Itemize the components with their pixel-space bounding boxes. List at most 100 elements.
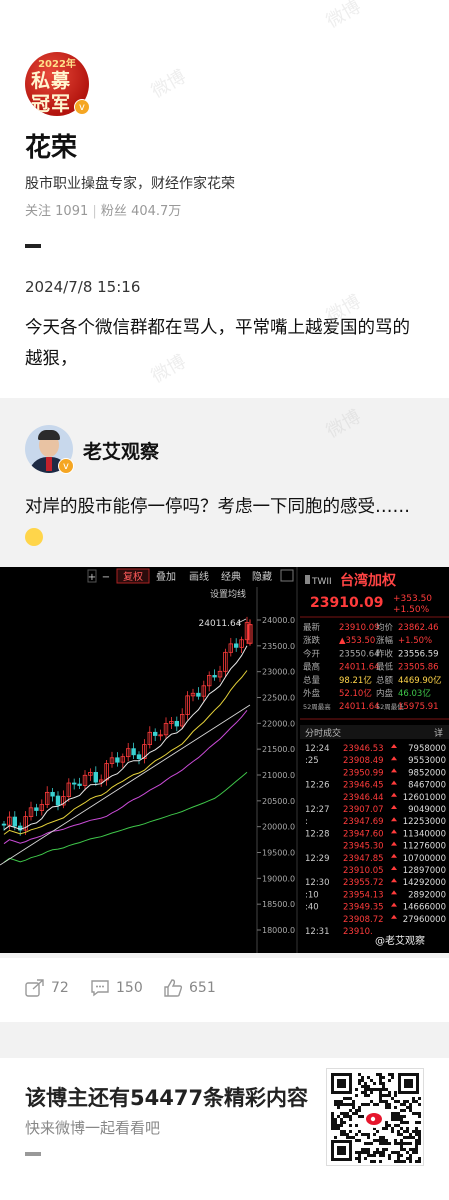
qr-module xyxy=(388,1154,391,1157)
qr-module xyxy=(364,1151,367,1154)
qr-module xyxy=(367,1088,370,1091)
qr-module xyxy=(379,1154,382,1157)
hide-button[interactable]: 隐藏 xyxy=(252,571,272,583)
tick-price: 23954.13 xyxy=(343,890,384,900)
qr-module xyxy=(418,1157,421,1160)
ticks-detail-link[interactable]: 详 xyxy=(434,727,443,739)
zoom-out-button[interactable]: − xyxy=(102,572,110,583)
qr-code[interactable] xyxy=(326,1068,424,1166)
tick-price: 23910. xyxy=(343,927,373,937)
fullscreen-icon[interactable] xyxy=(280,569,294,582)
qr-module xyxy=(367,1148,370,1151)
tick-volume: 27960000 xyxy=(403,915,446,925)
y-axis: 24000.0 23500.0 23000.0 22500.0 22000.0 21500… xyxy=(257,616,295,935)
y-tick-label: 19000.0 xyxy=(262,874,295,883)
qr-module xyxy=(361,1115,364,1118)
divider xyxy=(25,244,41,248)
followers-count[interactable]: 404.7万 xyxy=(131,204,181,219)
qr-module xyxy=(391,1118,394,1121)
watermark: 微博 xyxy=(322,0,365,33)
qr-module xyxy=(367,1136,370,1139)
up-arrow-icon xyxy=(391,792,397,797)
qr-module xyxy=(343,1115,346,1118)
qr-module xyxy=(418,1130,421,1133)
qr-module xyxy=(385,1094,388,1097)
author-stats: 关注 1091 | 粉丝 404.7万 xyxy=(25,204,182,219)
post-text: 今天各个微信群都在骂人，平常嘴上越爱国的骂的越狠， xyxy=(25,318,410,369)
back-icon[interactable] xyxy=(305,575,310,584)
qr-module xyxy=(418,1136,421,1139)
y-tick-label: 22000.0 xyxy=(262,719,295,728)
qr-module xyxy=(355,1139,358,1142)
tick-price: 23950.99 xyxy=(343,768,384,778)
qr-module xyxy=(343,1103,346,1106)
qr-module xyxy=(385,1127,388,1130)
quote-cell: 52周最高 xyxy=(303,702,331,711)
qr-module xyxy=(403,1121,406,1124)
qr-module xyxy=(406,1100,409,1103)
quote-cell: 23556.59 xyxy=(398,649,439,659)
like-button[interactable]: 651 xyxy=(163,970,216,1006)
author-name[interactable]: 花荣 xyxy=(25,127,77,164)
comment-button[interactable]: 150 xyxy=(90,970,143,1006)
repost-author-name[interactable]: 老艾观察 xyxy=(83,437,159,464)
overlay-button[interactable]: 叠加 xyxy=(156,571,176,583)
index-price: 23910.09 xyxy=(310,595,384,611)
quote-cell: 最高 xyxy=(303,662,320,673)
qr-module xyxy=(379,1097,382,1100)
qr-module xyxy=(397,1151,400,1154)
qr-module xyxy=(358,1073,361,1076)
chart-svg: + − 复权 叠加 画线 经典 隐藏 设置均线 24011.64 24000.0… xyxy=(0,567,449,953)
qr-module xyxy=(367,1142,370,1145)
qr-module xyxy=(394,1112,397,1115)
index-name: 台湾加权 xyxy=(340,572,397,589)
thumbs-up-icon xyxy=(164,979,183,997)
qr-module xyxy=(400,1133,403,1136)
qr-module xyxy=(382,1127,385,1130)
qr-module xyxy=(391,1115,394,1118)
qr-module xyxy=(379,1073,382,1076)
adjust-button[interactable]: 复权 xyxy=(123,570,143,583)
y-tick-label: 20500.0 xyxy=(262,797,295,806)
y-tick-label: 23000.0 xyxy=(262,668,295,677)
ma-setting-label[interactable]: 设置均线 xyxy=(210,588,246,600)
tick-volume: 12897000 xyxy=(403,866,446,876)
qr-module xyxy=(367,1076,370,1079)
tick-volume: 9049000 xyxy=(408,805,446,815)
draw-line-button[interactable]: 画线 xyxy=(189,570,209,583)
repost-button[interactable]: 72 xyxy=(25,970,69,1006)
quote-cell: 均价 xyxy=(376,622,394,633)
tick-time: 12:31 xyxy=(305,927,330,937)
qr-module xyxy=(334,1127,337,1130)
qr-module xyxy=(376,1139,379,1142)
image-watermark: @老艾观察 xyxy=(375,934,425,947)
qr-module xyxy=(397,1160,400,1163)
qr-module xyxy=(379,1151,382,1154)
classic-button[interactable]: 经典 xyxy=(221,570,241,583)
ma-line xyxy=(3,670,248,835)
qr-module xyxy=(355,1109,358,1112)
qr-module xyxy=(334,1136,337,1139)
qr-module xyxy=(370,1091,373,1094)
qr-module xyxy=(409,1157,412,1160)
qr-module xyxy=(394,1151,397,1154)
up-arrow-icon xyxy=(391,878,397,883)
y-tick-label: 18000.0 xyxy=(262,926,295,935)
qr-module xyxy=(379,1136,382,1139)
qr-module xyxy=(370,1142,373,1145)
zoom-in-button[interactable]: + xyxy=(88,572,96,583)
qr-module xyxy=(415,1112,418,1115)
qr-module xyxy=(406,1142,409,1145)
quote-cell: 最低 xyxy=(376,662,394,673)
qr-module xyxy=(379,1088,382,1091)
qr-module xyxy=(373,1088,376,1091)
qr-module xyxy=(379,1082,382,1085)
following-count[interactable]: 1091 xyxy=(55,204,88,219)
stock-chart-image[interactable]: + − 复权 叠加 画线 经典 隐藏 设置均线 24011.64 24000.0… xyxy=(0,567,449,953)
qr-module xyxy=(379,1100,382,1103)
qr-module xyxy=(364,1085,367,1088)
divider xyxy=(25,1152,41,1156)
tick-volume: 9852000 xyxy=(408,768,446,778)
qr-module xyxy=(358,1151,361,1154)
qr-module xyxy=(382,1085,385,1088)
